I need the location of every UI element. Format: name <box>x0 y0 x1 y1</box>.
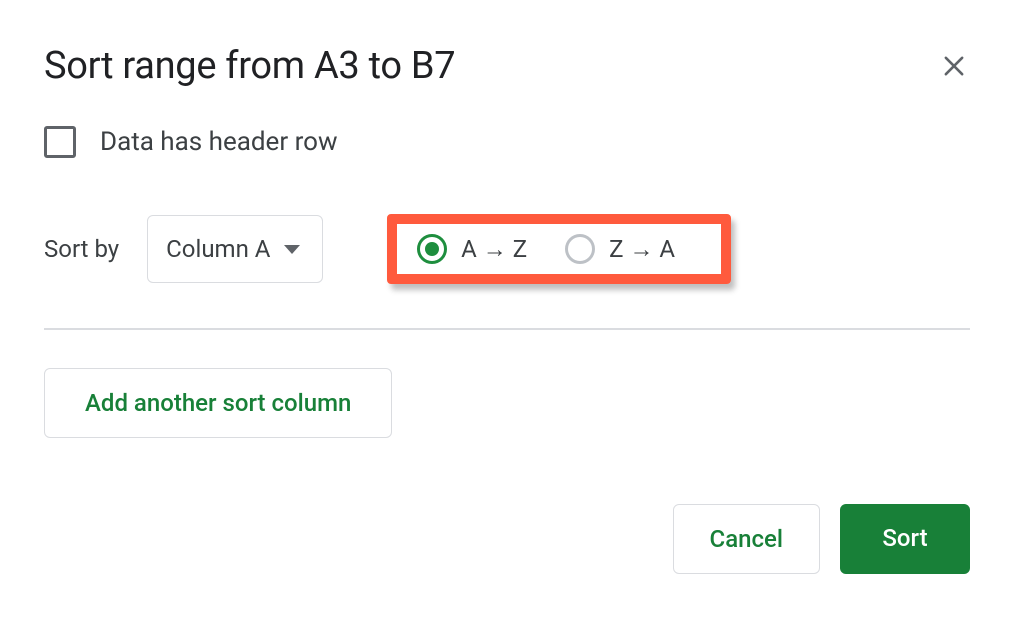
sort-desc-label: Z → A <box>609 235 675 264</box>
sort-desc-radio[interactable]: Z → A <box>565 234 675 264</box>
sort-criteria-row: Sort by Column A A → Z Z → A <box>44 214 970 284</box>
sort-button[interactable]: Sort <box>840 504 970 574</box>
cancel-button[interactable]: Cancel <box>673 504 820 574</box>
radio-icon <box>565 234 595 264</box>
dialog-title: Sort range from A3 to B7 <box>44 44 455 88</box>
close-button[interactable] <box>938 50 970 82</box>
column-dropdown-value: Column A <box>166 235 270 263</box>
sort-asc-radio[interactable]: A → Z <box>417 234 527 264</box>
header-row-label: Data has header row <box>100 127 338 157</box>
sort-direction-group: A → Z Z → A <box>387 214 731 284</box>
close-icon <box>940 52 968 80</box>
header-row-checkbox[interactable] <box>44 126 76 158</box>
radio-icon <box>417 234 447 264</box>
header-row-option: Data has header row <box>44 126 970 158</box>
sort-asc-label: A → Z <box>461 235 527 264</box>
dialog-footer: Cancel Sort <box>673 504 970 574</box>
divider <box>44 328 970 330</box>
sort-range-dialog: Sort range from A3 to B7 Data has header… <box>0 0 1014 618</box>
chevron-down-icon <box>284 245 300 254</box>
radio-inner-icon <box>425 242 439 256</box>
sort-by-label: Sort by <box>44 235 119 263</box>
dialog-header: Sort range from A3 to B7 <box>44 44 970 88</box>
add-sort-column-button[interactable]: Add another sort column <box>44 368 392 438</box>
column-dropdown[interactable]: Column A <box>147 215 323 283</box>
